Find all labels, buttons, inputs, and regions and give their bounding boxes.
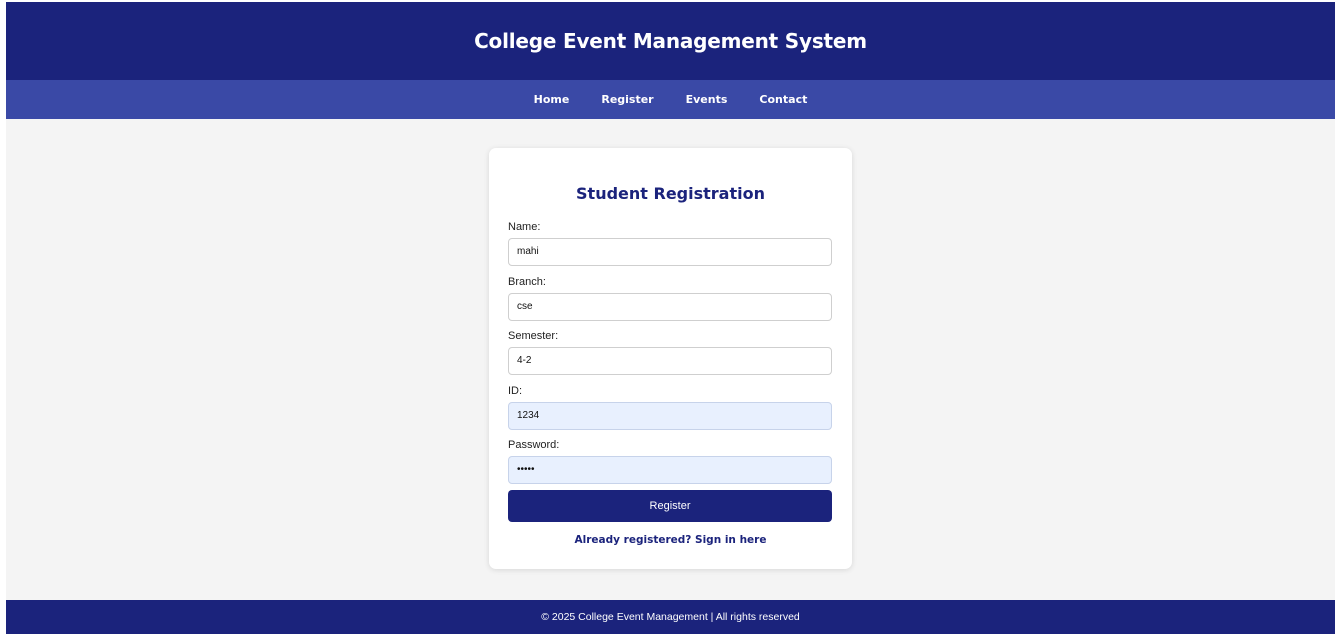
nav-item-events[interactable]: Events (686, 93, 728, 106)
form-title: Student Registration (576, 184, 765, 203)
name-input[interactable]: mahi (508, 238, 832, 266)
signin-link[interactable]: Already registered? Sign in here (489, 534, 852, 546)
nav-item-register[interactable]: Register (601, 93, 653, 106)
nav-item-contact[interactable]: Contact (759, 93, 807, 106)
page: College Event Management System Home Reg… (6, 2, 1335, 634)
site-title: College Event Management System (474, 29, 867, 53)
branch-label: Branch: (508, 276, 546, 288)
registration-card: Student Registration Name: mahi Branch: … (489, 148, 852, 569)
footer-text: © 2025 College Event Management | All ri… (541, 611, 800, 623)
branch-input[interactable]: cse (508, 293, 832, 321)
semester-label: Semester: (508, 330, 559, 342)
register-button[interactable]: Register (508, 490, 832, 522)
semester-input[interactable]: 4-2 (508, 347, 832, 375)
password-input[interactable]: ••••• (508, 456, 832, 484)
site-footer: © 2025 College Event Management | All ri… (6, 600, 1335, 634)
main-nav: Home Register Events Contact (6, 80, 1335, 119)
id-label: ID: (508, 385, 523, 397)
password-label: Password: (508, 439, 560, 451)
id-input[interactable]: 1234 (508, 402, 832, 430)
nav-item-home[interactable]: Home (534, 93, 570, 106)
site-header: College Event Management System (6, 2, 1335, 80)
name-label: Name: (508, 221, 541, 233)
